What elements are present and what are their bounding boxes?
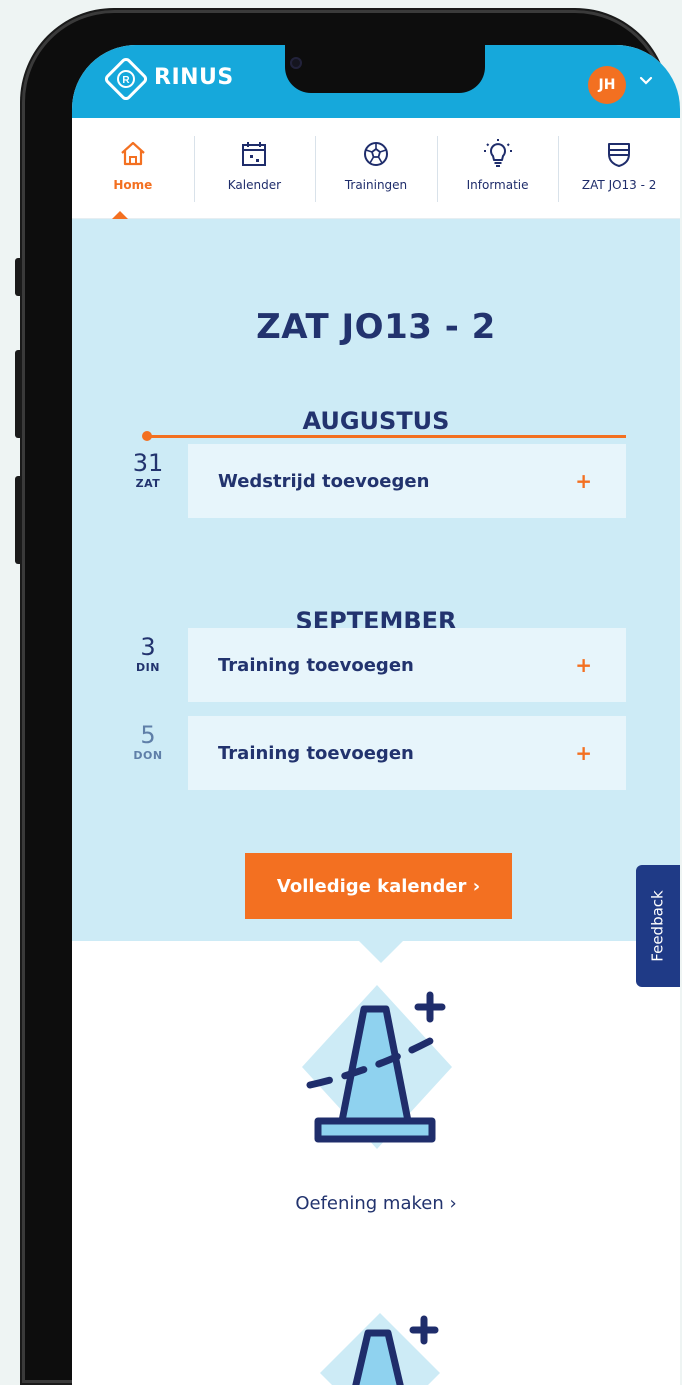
volume-up-button — [15, 350, 22, 438]
create-exercise-link[interactable]: Oefening maken › — [72, 1193, 680, 1214]
calendar-icon — [242, 142, 267, 166]
schedule-section: ZAT JO13 - 2 AUGUSTUS 31 ZAT Wedstrijd t… — [72, 219, 680, 941]
tab-label: Home — [113, 178, 153, 192]
feedback-label: Feedback — [649, 890, 667, 962]
date-day: 31 — [132, 449, 164, 477]
tab-label: ZAT JO13 - 2 — [581, 178, 657, 192]
notch — [285, 45, 485, 93]
tab-label: Trainingen — [344, 178, 408, 192]
plus-icon: + — [575, 469, 592, 493]
svg-text:R: R — [122, 75, 130, 86]
plus-icon: + — [575, 653, 592, 677]
card-label: Training toevoegen — [218, 654, 414, 676]
football-icon — [363, 142, 388, 166]
plus-icon: + — [575, 741, 592, 765]
rinus-logo-icon[interactable]: R — [100, 53, 152, 105]
main-navigation: Home Kalender Trainingen Informatie ZAT … — [72, 118, 680, 219]
user-avatar[interactable]: JH — [588, 66, 626, 104]
tab-informatie[interactable]: Informatie — [436, 118, 559, 218]
event-date: 3 DIN — [128, 633, 168, 674]
add-match-card[interactable]: Wedstrijd toevoegen + — [188, 444, 626, 518]
lightbulb-icon — [483, 139, 512, 167]
section-pointer — [359, 941, 403, 963]
card-label: Training toevoegen — [218, 742, 414, 764]
mute-switch — [15, 258, 22, 296]
date-day: 3 — [140, 633, 156, 661]
tab-home[interactable]: Home — [72, 118, 194, 218]
home-icon — [121, 141, 145, 166]
timeline-dot — [142, 431, 152, 441]
card-label: Wedstrijd toevoegen — [218, 470, 430, 492]
timeline-line — [146, 435, 626, 438]
tab-label: Kalender — [227, 178, 282, 192]
phone-frame: R RINUS JH Home Kalender Trainingen Info… — [15, 10, 680, 1385]
event-date: 31 ZAT — [128, 449, 168, 490]
tab-team[interactable]: ZAT JO13 - 2 — [558, 118, 680, 218]
date-day: 5 — [140, 721, 156, 749]
add-training-card[interactable]: Training toevoegen + — [188, 628, 626, 702]
active-tab-indicator — [112, 211, 128, 219]
app-screen: R RINUS JH Home Kalender Trainingen Info… — [72, 45, 680, 1385]
front-camera — [290, 57, 302, 69]
brand-name: RINUS — [154, 65, 234, 90]
date-weekday: DIN — [136, 661, 160, 674]
cone-plus-icon — [302, 985, 452, 1149]
full-calendar-button[interactable]: Volledige kalender › — [245, 853, 512, 919]
tab-label: Informatie — [466, 178, 529, 192]
date-weekday: ZAT — [135, 477, 161, 490]
tab-trainingen[interactable]: Trainingen — [315, 118, 437, 218]
tab-kalender[interactable]: Kalender — [193, 118, 316, 218]
date-weekday: DON — [133, 749, 163, 762]
feedback-button[interactable]: Feedback — [636, 865, 680, 987]
month-heading: AUGUSTUS — [302, 407, 450, 435]
chevron-down-icon[interactable] — [639, 76, 653, 86]
add-training-card[interactable]: Training toevoegen + — [188, 716, 626, 790]
event-date: 5 DON — [128, 721, 168, 762]
team-title: ZAT JO13 - 2 — [256, 307, 496, 347]
shield-icon — [608, 143, 631, 167]
volume-down-button — [15, 476, 22, 564]
cone-plus-icon — [320, 1313, 440, 1385]
